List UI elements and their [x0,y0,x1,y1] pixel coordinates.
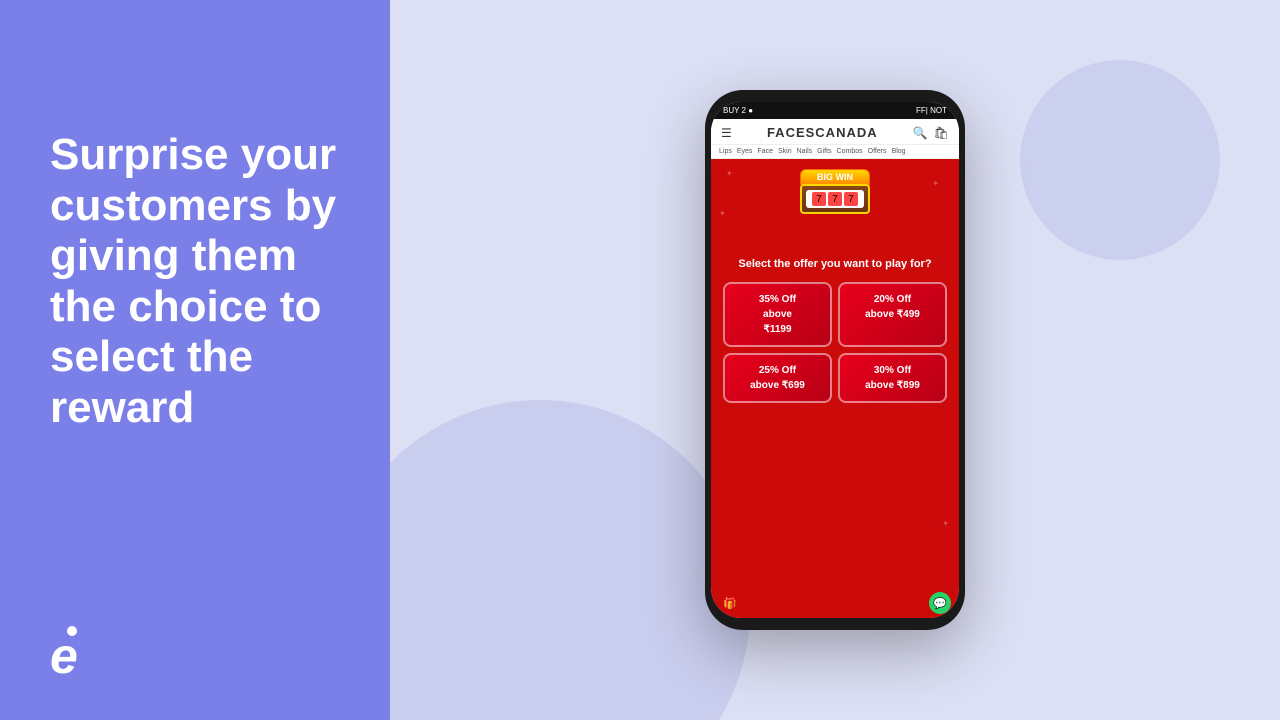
offer-card-3-text: 25% Offabove ₹699 [729,363,826,393]
cart-icon[interactable]: 🛍 [934,126,949,140]
svg-text:e: e [50,628,78,675]
offer-card-4[interactable]: 30% Offabove ₹899 [838,353,947,403]
logo-area: e [50,623,345,680]
sub-nav: Lips Eyes Face Skin Nails Gifts Combos O… [711,145,959,159]
right-panel: BUY 2 ● FF| NOT ☰ FACESCANADA 🔍 🛍 Lips E… [390,0,1280,720]
status-left: BUY 2 ● [723,106,753,115]
sparkle-2: ✦ [932,179,939,188]
sparkle-3: ✦ [719,209,726,218]
reel-3: 7 [844,192,858,206]
headline-area: Surprise your customers by giving them t… [50,50,345,434]
left-panel: Surprise your customers by giving them t… [0,0,390,720]
headline-text: Surprise your customers by giving them t… [50,130,345,434]
status-bar: BUY 2 ● FF| NOT [711,102,959,119]
big-win-banner: BIG WIN [800,169,870,185]
decorative-circle-large [390,400,750,720]
reel-2: 7 [828,192,842,206]
phone-bottom-bar: 🎁 💬 [711,588,959,618]
nav-item-skin[interactable]: Skin [778,148,792,155]
slot-reels: 7 7 7 [806,190,864,208]
search-icon[interactable]: 🔍 [913,126,928,140]
status-right: FF| NOT [916,106,947,115]
slot-body: 7 7 7 [800,184,870,214]
nav-icons: 🔍 🛍 [913,126,949,140]
offers-grid: 35% Offabove₹1199 20% Offabove ₹499 25% … [723,282,947,403]
whatsapp-icon-button[interactable]: 💬 [929,592,951,614]
reel-1: 7 [812,192,826,206]
sparkle-4: ✦ [942,519,949,528]
nav-item-offers[interactable]: Offers [868,148,887,155]
offer-card-4-text: 30% Offabove ₹899 [844,363,941,393]
offer-card-2-text: 20% Offabove ₹499 [844,292,941,322]
nav-item-blog[interactable]: Blog [892,148,906,155]
sparkle-1: ✦ [726,169,733,178]
phone-screen: BUY 2 ● FF| NOT ☰ FACESCANADA 🔍 🛍 Lips E… [711,102,959,618]
offer-card-1-text: 35% Offabove₹1199 [729,292,826,337]
nav-item-lips[interactable]: Lips [719,148,732,155]
offer-card-2[interactable]: 20% Offabove ₹499 [838,282,947,347]
phone-content: ✦ ✦ ✦ ✦ BIG WIN 7 7 7 [711,159,959,588]
phone-mockup: BUY 2 ● FF| NOT ☰ FACESCANADA 🔍 🛍 Lips E… [705,90,965,630]
offer-prompt: Select the offer you want to play for? [738,257,931,272]
engati-logo-icon: e [50,623,102,675]
nav-item-combos[interactable]: Combos [837,148,863,155]
nav-item-nails[interactable]: Nails [797,148,813,155]
decorative-circle-small [1020,60,1220,260]
nav-item-gifts[interactable]: Gifts [817,148,831,155]
nav-bar: ☰ FACESCANADA 🔍 🛍 [711,119,959,145]
nav-item-face[interactable]: Face [757,148,773,155]
slot-machine: BIG WIN 7 7 7 [790,169,880,249]
brand-name: FACESCANADA [767,125,878,140]
offer-card-1[interactable]: 35% Offabove₹1199 [723,282,832,347]
offer-card-3[interactable]: 25% Offabove ₹699 [723,353,832,403]
hamburger-icon[interactable]: ☰ [721,126,732,140]
gift-icon-button[interactable]: 🎁 [719,592,741,614]
nav-item-eyes[interactable]: Eyes [737,148,753,155]
